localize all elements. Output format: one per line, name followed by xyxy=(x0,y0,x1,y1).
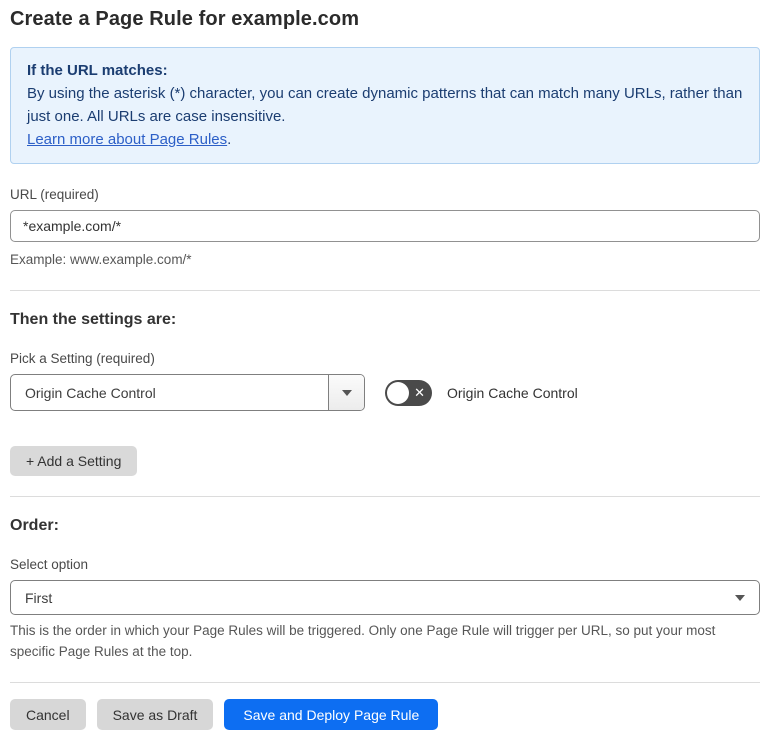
divider xyxy=(10,290,760,291)
order-select-value: First xyxy=(25,589,53,606)
save-draft-button[interactable]: Save as Draft xyxy=(96,699,214,730)
url-match-info-box: If the URL matches: By using the asteris… xyxy=(10,47,760,164)
order-heading: Order: xyxy=(10,517,59,534)
url-example-helper: Example: www.example.com/* xyxy=(10,252,192,267)
cancel-button[interactable]: Cancel xyxy=(10,699,86,730)
info-box-link-line: Learn more about Page Rules. xyxy=(27,128,743,151)
url-label: URL (required) xyxy=(10,187,99,202)
toggle-off-x-icon: ✕ xyxy=(414,384,425,400)
toggle-label: Origin Cache Control xyxy=(447,384,578,401)
divider xyxy=(10,496,760,497)
settings-heading: Then the settings are: xyxy=(10,311,177,328)
save-deploy-button[interactable]: Save and Deploy Page Rule xyxy=(224,699,439,730)
url-input[interactable] xyxy=(10,210,760,242)
setting-select-arrow-button[interactable] xyxy=(328,375,364,410)
info-box-body: By using the asterisk (*) character, you… xyxy=(27,85,743,125)
order-helper-text: This is the order in which your Page Rul… xyxy=(10,623,716,659)
page-title: Create a Page Rule for example.com xyxy=(10,8,360,30)
origin-cache-control-toggle[interactable]: ✕ xyxy=(385,379,432,406)
pick-setting-label: Pick a Setting (required) xyxy=(10,351,155,366)
chevron-down-icon xyxy=(735,594,745,601)
toggle-knob xyxy=(387,381,409,404)
add-setting-button[interactable]: + Add a Setting xyxy=(10,446,138,476)
link-period: . xyxy=(227,131,232,148)
info-box-heading: If the URL matches: xyxy=(27,62,168,79)
footer-actions: Cancel Save as Draft Save and Deploy Pag… xyxy=(10,699,760,730)
order-select[interactable]: First xyxy=(10,580,760,615)
setting-row: Origin Cache Control ✕ Origin Cache Cont… xyxy=(10,374,760,411)
select-option-label: Select option xyxy=(10,557,89,572)
page-rule-form: Create a Page Rule for example.com If th… xyxy=(0,0,770,730)
chevron-down-icon xyxy=(341,389,352,396)
setting-select[interactable]: Origin Cache Control xyxy=(10,374,365,411)
divider xyxy=(10,682,760,683)
learn-more-link[interactable]: Learn more about Page Rules xyxy=(27,131,227,148)
setting-select-value: Origin Cache Control xyxy=(25,384,156,401)
